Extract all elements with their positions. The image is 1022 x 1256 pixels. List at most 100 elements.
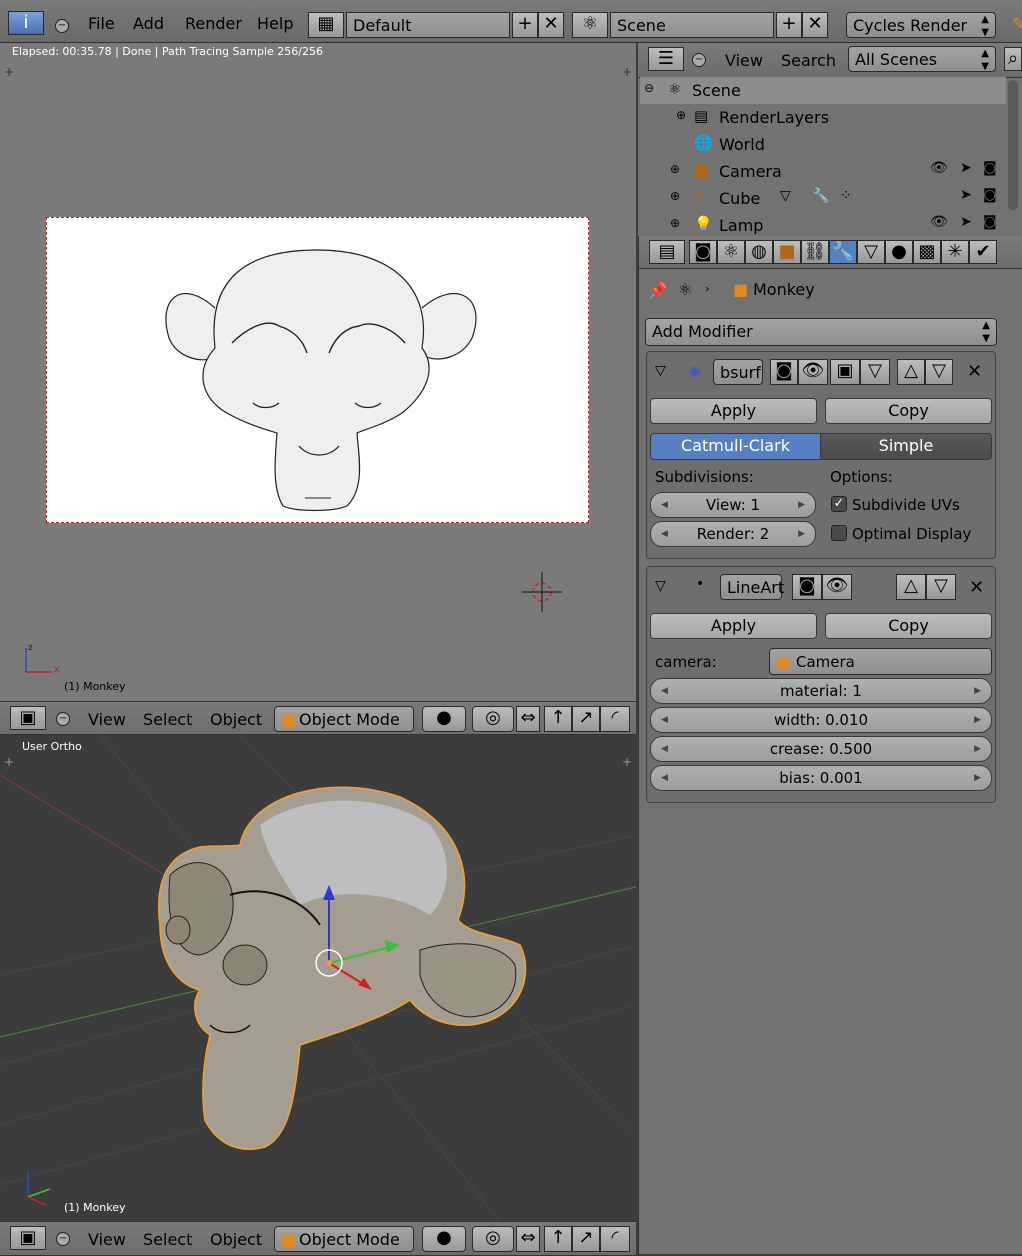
add-modifier-select[interactable]: Add Modifier ▲ ▼ xyxy=(645,318,997,346)
pivot-point-button[interactable]: ◎ xyxy=(472,706,514,732)
render-engine-select[interactable]: Cycles Render ▲ ▼ xyxy=(846,12,996,38)
camera-object-field[interactable]: ■ Camera xyxy=(769,648,992,675)
move-up-icon[interactable]: △ xyxy=(896,574,926,600)
increment-arrow-icon[interactable]: ▶ xyxy=(974,708,981,732)
menu-select[interactable]: Select xyxy=(143,1230,192,1249)
renderability-camera-icon[interactable]: ◙ xyxy=(983,187,997,203)
collapse-triangle-icon[interactable]: ▽ xyxy=(655,363,666,379)
expand-icon[interactable]: ⊕ xyxy=(670,216,680,230)
render-toggle-icon[interactable]: ◙ xyxy=(770,359,798,385)
render-toggle-icon[interactable]: ◙ xyxy=(792,574,822,600)
view3d-editor-type-icon[interactable]: ▣ xyxy=(10,706,46,730)
viewport-toggle-icon[interactable]: 👁 xyxy=(798,359,828,385)
decrement-arrow-icon[interactable]: ◀ xyxy=(661,679,668,703)
translate-gizmo-icon[interactable]: ↑ xyxy=(544,1226,572,1252)
decrement-arrow-icon[interactable]: ◀ xyxy=(661,522,668,546)
collapse-menu-icon[interactable]: − xyxy=(55,19,69,33)
texture-tab-icon[interactable]: ▩ xyxy=(913,240,941,264)
outliner-editor-type-icon[interactable]: ☰ xyxy=(648,47,684,71)
render-levels-field[interactable]: ◀ Render: 2 ▶ xyxy=(650,521,816,547)
width-field[interactable]: ◀ width: 0.010 ▶ xyxy=(650,707,992,733)
crease-field[interactable]: ◀ crease: 0.500 ▶ xyxy=(650,736,992,762)
render-tab-icon[interactable]: ◙ xyxy=(689,240,717,264)
rotate-gizmo-icon[interactable]: ↗ xyxy=(572,706,600,732)
menu-view[interactable]: View xyxy=(88,710,126,729)
mesh-data-icon[interactable]: ▽ xyxy=(780,188,791,204)
selectability-cursor-icon[interactable]: ➤ xyxy=(960,214,972,230)
add-region-icon-left[interactable]: + xyxy=(4,65,14,79)
outliner-row-lamp[interactable]: ⊕ 💡 Lamp 👁 ➤ ◙ xyxy=(640,212,1006,234)
copy-button[interactable]: Copy xyxy=(825,613,992,639)
menu-help[interactable]: Help xyxy=(257,14,293,33)
particles-icon[interactable]: ⁘ xyxy=(840,188,852,204)
menu-view[interactable]: View xyxy=(725,51,763,70)
outliner-row-world[interactable]: 🌐 World xyxy=(640,131,1006,158)
move-down-icon[interactable]: ▽ xyxy=(926,574,956,600)
subdivide-uvs-checkbox[interactable]: ✓ xyxy=(831,496,847,512)
outliner-row-cube[interactable]: ⊕ ▽ Cube ▽ 🔧 ⁘ ➤ ◙ xyxy=(640,185,1006,212)
outliner-row-scene[interactable]: ⊖ ⚛ Scene xyxy=(640,77,1006,104)
decrement-arrow-icon[interactable]: ◀ xyxy=(661,708,668,732)
decrement-arrow-icon[interactable]: ◀ xyxy=(661,766,668,790)
increment-arrow-icon[interactable]: ▶ xyxy=(798,522,805,546)
increment-arrow-icon[interactable]: ▶ xyxy=(974,679,981,703)
particles-tab-icon[interactable]: ✳ xyxy=(941,240,969,264)
render-layers-tab-icon[interactable]: ⚛ xyxy=(717,240,745,264)
material-tab-icon[interactable]: ● xyxy=(885,240,913,264)
outliner-scrollbar[interactable] xyxy=(1008,80,1018,210)
delete-scene-button[interactable]: ✕ xyxy=(802,12,828,38)
renderability-camera-icon[interactable]: ◙ xyxy=(983,160,997,176)
remove-modifier-icon[interactable]: ✕ xyxy=(967,361,982,382)
search-icon[interactable]: ⌕ xyxy=(1004,47,1022,71)
visibility-eye-icon[interactable]: 👁 xyxy=(930,214,948,230)
properties-editor-type-icon[interactable]: ▤ xyxy=(649,240,685,264)
renderability-camera-icon[interactable]: ◙ xyxy=(983,214,997,230)
outliner-row-camera[interactable]: ⊕ ■ Camera 👁 ➤ ◙ xyxy=(640,158,1006,185)
increment-arrow-icon[interactable]: ▶ xyxy=(974,737,981,761)
selectability-cursor-icon[interactable]: ➤ xyxy=(960,187,972,203)
layout-icon[interactable]: ▦ xyxy=(308,12,344,38)
add-region-icon-left[interactable]: + xyxy=(4,755,14,769)
move-up-icon[interactable]: △ xyxy=(897,359,925,385)
visibility-eye-icon[interactable]: 👁 xyxy=(930,160,948,176)
add-layout-button[interactable]: + xyxy=(512,12,538,38)
scale-gizmo-icon[interactable]: ◜ xyxy=(600,706,630,732)
scene-field[interactable]: Scene xyxy=(610,12,774,38)
modifier-name-field[interactable]: LineArt xyxy=(720,574,784,600)
view3d-editor-type-icon[interactable]: ▣ xyxy=(10,1226,46,1250)
decrement-arrow-icon[interactable]: ◀ xyxy=(661,737,668,761)
layout-field[interactable]: Default xyxy=(346,12,510,38)
tab-simple[interactable]: Simple xyxy=(820,433,992,460)
copy-button[interactable]: Copy xyxy=(825,398,992,424)
object-mode-select[interactable]: ■ Object Mode xyxy=(274,1226,414,1252)
menu-select[interactable]: Select xyxy=(143,710,192,729)
outliner-filter-select[interactable]: All Scenes ▲ ▼ xyxy=(848,46,996,72)
decrement-arrow-icon[interactable]: ◀ xyxy=(661,493,668,517)
pin-icon[interactable]: 📌 xyxy=(648,281,668,300)
3d-viewport[interactable]: User Ortho + + (1) Monkey xyxy=(0,735,636,1221)
constraints-tab-icon[interactable]: ⛓ xyxy=(801,240,829,264)
editmode-toggle-icon[interactable]: ▣ xyxy=(830,359,860,385)
collapse-menu-icon[interactable]: − xyxy=(692,53,706,67)
collapse-menu-icon[interactable]: − xyxy=(56,712,70,726)
pivot-point-button[interactable]: ◎ xyxy=(472,1226,514,1252)
apply-button[interactable]: Apply xyxy=(650,398,817,424)
translate-gizmo-icon[interactable]: ↑ xyxy=(544,706,572,732)
manipulator-toggle-icon[interactable]: ⇔ xyxy=(516,706,540,732)
material-field[interactable]: ◀ material: 1 ▶ xyxy=(650,678,992,704)
view-levels-field[interactable]: ◀ View: 1 ▶ xyxy=(650,492,816,518)
remove-modifier-icon[interactable]: ✕ xyxy=(969,577,984,598)
object-tab-icon[interactable]: ■ xyxy=(773,240,801,264)
collapse-menu-icon[interactable]: − xyxy=(56,1232,70,1246)
menu-object[interactable]: Object xyxy=(210,1230,262,1249)
move-down-icon[interactable]: ▽ xyxy=(925,359,953,385)
add-scene-button[interactable]: + xyxy=(776,12,802,38)
3d-cursor-icon[interactable] xyxy=(520,570,564,614)
viewport-shading-button[interactable]: ● xyxy=(422,1226,466,1252)
add-region-icon[interactable]: + xyxy=(622,755,632,769)
tab-catmull-clark[interactable]: Catmull-Clark xyxy=(650,433,821,460)
expand-icon[interactable]: ⊕ xyxy=(670,189,680,203)
expand-icon[interactable]: ⊕ xyxy=(670,162,680,176)
object-mode-select[interactable]: ■ Object Mode xyxy=(274,706,414,732)
expand-icon[interactable]: ⊕ xyxy=(676,108,686,122)
